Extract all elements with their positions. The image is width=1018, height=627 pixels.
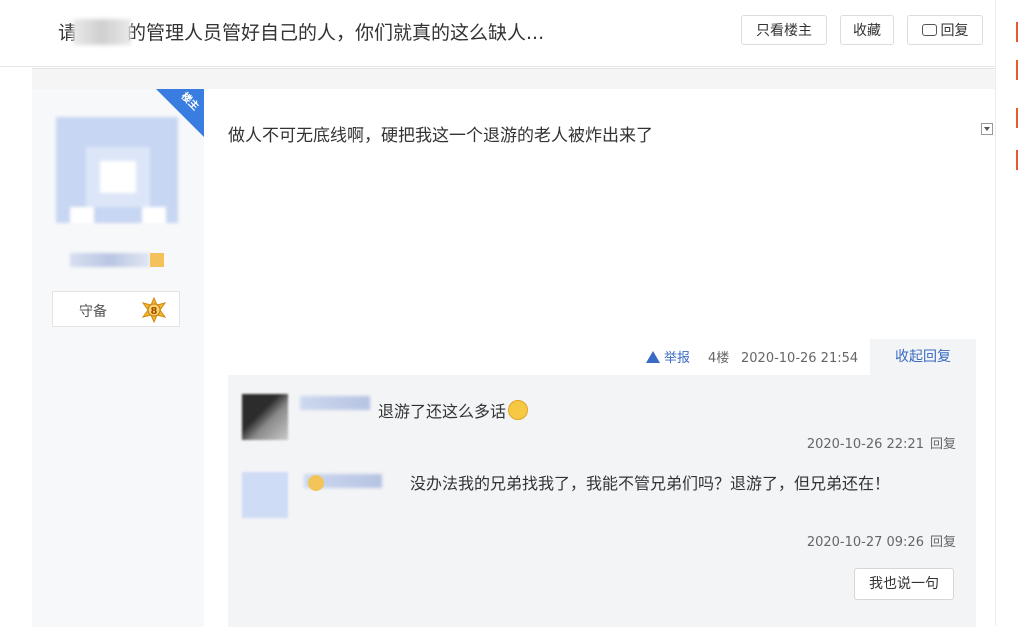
warning-icon [646,351,660,363]
list-item: 退游了还这么多话 [378,399,529,425]
level-box: 守备 8 [52,291,180,327]
thread-title: 请的管理人员管好自己的人，你们就真的这么缺人... [58,18,544,45]
laugh-emoji-icon [508,400,529,420]
level-number: 8 [151,306,158,317]
post-top-strip [32,69,995,89]
avatar-pixel [142,207,166,223]
comment-timestamp: 2020-10-27 09:26 [806,535,924,550]
post-content: 做人不可无底线啊，硬把我这一个退游的老人被炸出来了 [228,126,653,146]
vip-badge-icon [150,253,164,267]
right-sidebar-edge [995,0,1018,626]
left-gutter [0,66,30,626]
comment-reply-link[interactable]: 回复 [930,535,956,550]
thread-header: 请的管理人员管好自己的人，你们就真的这么缺人... 只看楼主 收藏 回复 [0,0,1000,67]
comment-timestamp: 2020-10-26 22:21 [806,437,924,452]
comment-meta: 2020-10-27 09:26 回复 [807,531,956,550]
post-timestamp: 2020-10-26 21:54 [741,351,859,366]
collapse-replies-button[interactable]: 收起回复 [870,339,976,375]
blurred-title-text [73,19,132,45]
add-comment-button[interactable]: 我也说一句 [854,568,954,600]
comment-meta: 2020-10-26 22:21 回复 [807,433,956,452]
level-title: 守备 [79,304,107,320]
level-badge-icon: 8 [141,297,167,323]
wink-emoji-icon [308,475,324,491]
floor-number: 4楼 [708,351,730,366]
chevron-down-icon[interactable] [981,123,993,135]
reply-button[interactable]: 回复 [907,15,983,45]
report-link[interactable]: 举报 [646,344,690,374]
author-column: 守备 8 [32,89,204,627]
comment-text: 没办法我的兄弟找我了，我能不管兄弟们吗？退游了，但兄弟还在！ [410,474,891,493]
avatar-pixel [100,161,136,193]
post-floor: 守备 8 楼主 做人不可无底线啊，硬把我这一个退游的老人被炸出来了 举报 4楼 … [32,68,995,627]
commenter-username-blurred[interactable] [300,396,370,410]
avatar[interactable] [242,472,288,518]
favorite-button[interactable]: 收藏 [840,15,894,45]
comment-text: 退游了还这么多话 [378,402,507,421]
comment-list: 退游了还这么多话 2020-10-26 22:21 回复 没办法我的兄弟找我了，我… [228,375,976,627]
author-username-blurred[interactable] [70,253,150,267]
list-item: 没办法我的兄弟找我了，我能不管兄弟们吗？退游了，但兄弟还在！ [304,471,924,497]
reply-button-label: 回复 [940,23,969,39]
title-suffix: 的管理人员管好自己的人，你们就真的这么缺人... [127,22,545,44]
only-op-button[interactable]: 只看楼主 [741,15,827,45]
comment-icon [921,24,937,36]
avatar[interactable] [242,394,288,440]
avatar-pixel [70,207,94,223]
comment-reply-link[interactable]: 回复 [930,437,956,452]
report-label: 举报 [664,351,691,366]
